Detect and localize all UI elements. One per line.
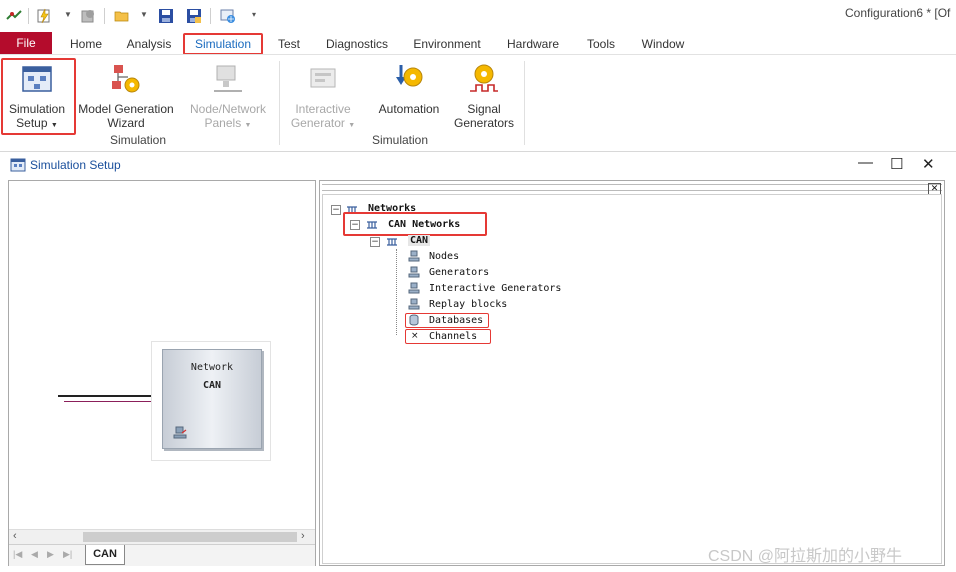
automation-button[interactable]: Automation — [372, 63, 446, 116]
tree-node-can-networks[interactable]: CAN Networks — [388, 219, 460, 230]
tree-node-interactive-generators[interactable]: Interactive Generators — [429, 283, 561, 294]
setup-window-titlebar: Simulation Setup — ☐ ✕ — [0, 152, 956, 178]
app-logo-icon[interactable] — [6, 8, 22, 24]
network-block[interactable]: Network CAN — [162, 349, 262, 449]
quick-access-toolbar: ▼ ▼ ▾ Configuration6 * [Of — [0, 0, 956, 32]
signal-generators-button[interactable]: Signal Generators — [450, 63, 518, 130]
tab-hardware[interactable]: Hardware — [501, 35, 565, 53]
interactive-generator-icon — [310, 68, 336, 88]
tab-window[interactable]: Window — [636, 35, 690, 53]
window-title: Configuration6 * [Of — [845, 6, 951, 20]
scroll-right-icon[interactable]: › — [301, 530, 305, 542]
tree-node-channels[interactable]: Channels — [429, 331, 477, 342]
customize-chevron-icon[interactable]: ▾ — [252, 10, 256, 19]
network-view-pane: Network CAN ‹ › |◀ ◀ ▶ ▶| CAN — [8, 180, 316, 566]
network-block-name: CAN — [202, 380, 222, 391]
group-label-simulation-2: Simulation — [372, 133, 429, 147]
maximize-icon[interactable]: ☐ — [890, 155, 903, 173]
lightning-icon[interactable] — [36, 8, 52, 24]
sheet-tab-can[interactable]: CAN — [85, 545, 125, 565]
sheet-tab-bar: |◀ ◀ ▶ ▶| CAN — [9, 544, 315, 566]
next-tab-icon[interactable]: ▶ — [47, 549, 54, 560]
save-icon[interactable] — [158, 8, 174, 24]
save-as-icon[interactable] — [186, 8, 202, 24]
bus-line — [58, 395, 162, 397]
ribbon-tabs: File Home Analysis Simulation Test Diagn… — [0, 32, 956, 55]
can-networks-icon — [367, 221, 377, 229]
tree-node-nodes[interactable]: Nodes — [429, 251, 459, 262]
automation-icon — [396, 65, 423, 87]
nodes-icon — [408, 250, 420, 262]
open-folder-icon[interactable] — [114, 8, 130, 24]
tab-file[interactable]: File — [0, 32, 52, 54]
interactive-generators-icon — [408, 282, 420, 294]
simulation-setup-small-icon — [10, 158, 26, 172]
group-separator — [279, 61, 280, 145]
node-panels-icon — [214, 65, 242, 92]
tree-collapse-icon[interactable]: − — [331, 205, 341, 215]
tree-collapse-icon[interactable]: − — [350, 220, 360, 230]
scroll-left-icon[interactable]: ‹ — [13, 530, 17, 542]
last-tab-icon[interactable]: ▶| — [63, 549, 72, 560]
tree-node-can[interactable]: CAN — [408, 235, 431, 246]
group-label-simulation-1: Simulation — [110, 133, 167, 147]
setup-window-title: Simulation Setup — [30, 158, 121, 172]
tree-node-replay-blocks[interactable]: Replay blocks — [429, 299, 507, 310]
horizontal-scrollbar[interactable]: ‹ › — [9, 529, 315, 544]
node-network-panels-button[interactable]: Node/Network Panels ▼ — [182, 63, 274, 133]
group-separator — [524, 61, 525, 145]
bus-line — [64, 401, 162, 402]
database-icon — [409, 314, 419, 326]
network-node-icon — [173, 426, 187, 439]
first-tab-icon[interactable]: |◀ — [13, 549, 22, 560]
tree-collapse-icon[interactable]: − — [370, 237, 380, 247]
tab-test[interactable]: Test — [270, 35, 308, 53]
network-block-label: Network — [190, 362, 234, 373]
tab-environment[interactable]: Environment — [407, 35, 487, 53]
scrollbar-thumb[interactable] — [83, 532, 297, 542]
tree-node-generators[interactable]: Generators — [429, 267, 489, 278]
replay-blocks-icon — [408, 298, 420, 310]
ribbon-panel: Simulation Setup ▼ Model Generation Wiza… — [0, 54, 956, 152]
signal-generators-icon — [470, 64, 498, 92]
network-tree-pane: ✕ − Networks − CAN Networks − CAN Nodes … — [319, 180, 945, 566]
tab-simulation[interactable]: Simulation — [183, 33, 263, 55]
simulation-setup-highlight — [1, 58, 76, 135]
channels-icon: × — [411, 331, 419, 341]
can-network-icon — [387, 238, 397, 246]
tree-node-databases[interactable]: Databases — [429, 315, 483, 326]
chevron-down-icon[interactable]: ▼ — [140, 10, 148, 19]
minimize-icon[interactable]: — — [858, 154, 873, 171]
tree-connector — [396, 249, 397, 335]
chevron-down-icon[interactable]: ▼ — [64, 10, 72, 19]
model-generation-wizard-button[interactable]: Model Generation Wizard — [76, 63, 176, 130]
close-icon[interactable]: ✕ — [922, 155, 935, 173]
interactive-generator-button[interactable]: Interactive Generator ▼ — [284, 63, 362, 133]
prev-tab-icon[interactable]: ◀ — [31, 549, 38, 560]
tab-tools[interactable]: Tools — [580, 35, 622, 53]
model-wizard-icon — [112, 65, 140, 93]
watermark: CSDN @阿拉斯加的小野牛 — [708, 548, 903, 565]
stop-icon[interactable] — [80, 8, 96, 24]
tab-analysis[interactable]: Analysis — [122, 35, 176, 53]
globe-window-icon[interactable] — [220, 8, 236, 24]
tab-home[interactable]: Home — [64, 35, 108, 53]
pane-grip — [322, 184, 942, 191]
generators-icon — [408, 266, 420, 278]
tab-diagnostics[interactable]: Diagnostics — [322, 35, 392, 53]
